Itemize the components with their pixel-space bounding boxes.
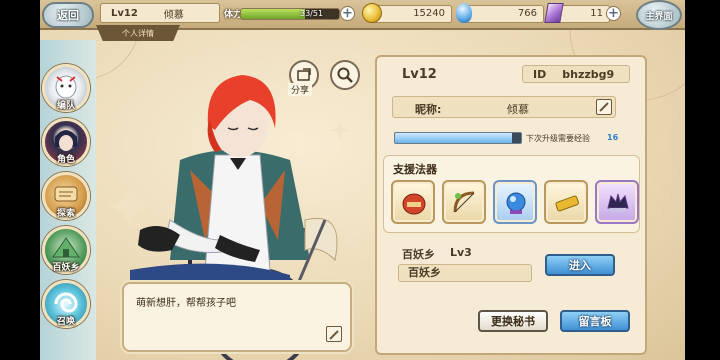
- experience-bar: [394, 132, 522, 144]
- golden-bar-icon: [555, 195, 579, 212]
- id-label: ID: [533, 67, 547, 81]
- support-slot-3[interactable]: [493, 180, 537, 224]
- red-helmet-icon: [402, 193, 426, 215]
- dialog-text: 萌新想肝，帮帮孩子吧: [136, 298, 236, 309]
- magnifier-icon: [337, 67, 353, 83]
- village-field: 百妖乡: [398, 264, 532, 282]
- player-name: 倾慕: [163, 9, 184, 21]
- menu-item-label: 百妖乡: [52, 263, 80, 273]
- right-letterbox: [685, 0, 720, 360]
- pencil-icon: [599, 102, 609, 112]
- stamina-value: 33/51: [300, 9, 324, 18]
- share-label: 分享: [288, 83, 313, 96]
- bow-icon: [453, 191, 475, 213]
- player-level-box: Lv12 倾慕: [100, 3, 220, 23]
- nickname-label: 昵称:: [415, 103, 442, 116]
- stamina-bar: [240, 8, 340, 20]
- add-stamina-button[interactable]: +: [340, 6, 355, 21]
- player-id-box: ID bhzzbg9: [522, 65, 630, 83]
- nickname-value: 倾慕: [507, 103, 529, 116]
- stamina-fill: [241, 9, 305, 19]
- gold-counter: 15240: [372, 5, 452, 23]
- gold-coin-icon: [362, 3, 382, 23]
- message-board-button[interactable]: 留言板: [560, 310, 630, 332]
- main-menu-button[interactable]: 主界面: [636, 0, 682, 30]
- pencil-icon: [329, 330, 339, 340]
- support-slot-2[interactable]: [442, 180, 486, 224]
- edit-dialog-icon[interactable]: [326, 326, 342, 342]
- profile-level: Lv12: [402, 67, 437, 82]
- blue-orb-icon: [506, 192, 526, 214]
- experience-fill: [395, 133, 513, 143]
- enter-village-button[interactable]: 进入: [545, 254, 615, 276]
- menu-item-team[interactable]: 编队: [42, 64, 90, 112]
- nickname-box: 昵称: 倾慕: [392, 96, 616, 118]
- edit-nickname-button[interactable]: [596, 99, 612, 115]
- support-slot-4[interactable]: [544, 180, 588, 224]
- crystal-counter: 11: [556, 5, 610, 23]
- village-name: 百妖乡: [402, 248, 435, 261]
- village-level: Lv3: [450, 246, 472, 259]
- tab-personal-details[interactable]: 个人详情: [96, 25, 180, 41]
- left-letterbox: [0, 0, 40, 360]
- menu-item-label: 召唤: [56, 317, 75, 327]
- zoom-button[interactable]: [330, 60, 360, 90]
- change-secretary-button[interactable]: 更换秘书: [478, 310, 548, 332]
- id-value: bhzzbg9: [562, 67, 615, 81]
- secretary-dialog: 萌新想肝，帮帮孩子吧: [122, 282, 352, 352]
- add-crystal-button[interactable]: +: [606, 6, 621, 21]
- support-slot-5[interactable]: [595, 180, 639, 224]
- menu-item-summon[interactable]: 召唤: [42, 280, 90, 328]
- experience-value: 16: [607, 133, 619, 142]
- support-artifacts-title: 支援法器: [393, 163, 437, 176]
- experience-label: 下次升级需要经验: [526, 134, 590, 143]
- share-icon: [297, 68, 311, 81]
- dark-crown-icon: [607, 193, 629, 212]
- support-slot-1[interactable]: [391, 180, 435, 224]
- gem-counter: 766: [466, 5, 544, 23]
- back-button[interactable]: 返回: [42, 2, 94, 28]
- menu-item-label: 编队: [56, 101, 75, 111]
- menu-item-label: 角色: [56, 155, 75, 165]
- menu-item-explore[interactable]: 探索: [42, 172, 90, 220]
- menu-item-label: 探索: [56, 209, 75, 219]
- player-level: Lv12: [111, 7, 138, 19]
- menu-item-character[interactable]: 角色: [42, 118, 90, 166]
- menu-item-village[interactable]: 百妖乡: [42, 226, 90, 274]
- blue-gem-icon: [456, 3, 472, 23]
